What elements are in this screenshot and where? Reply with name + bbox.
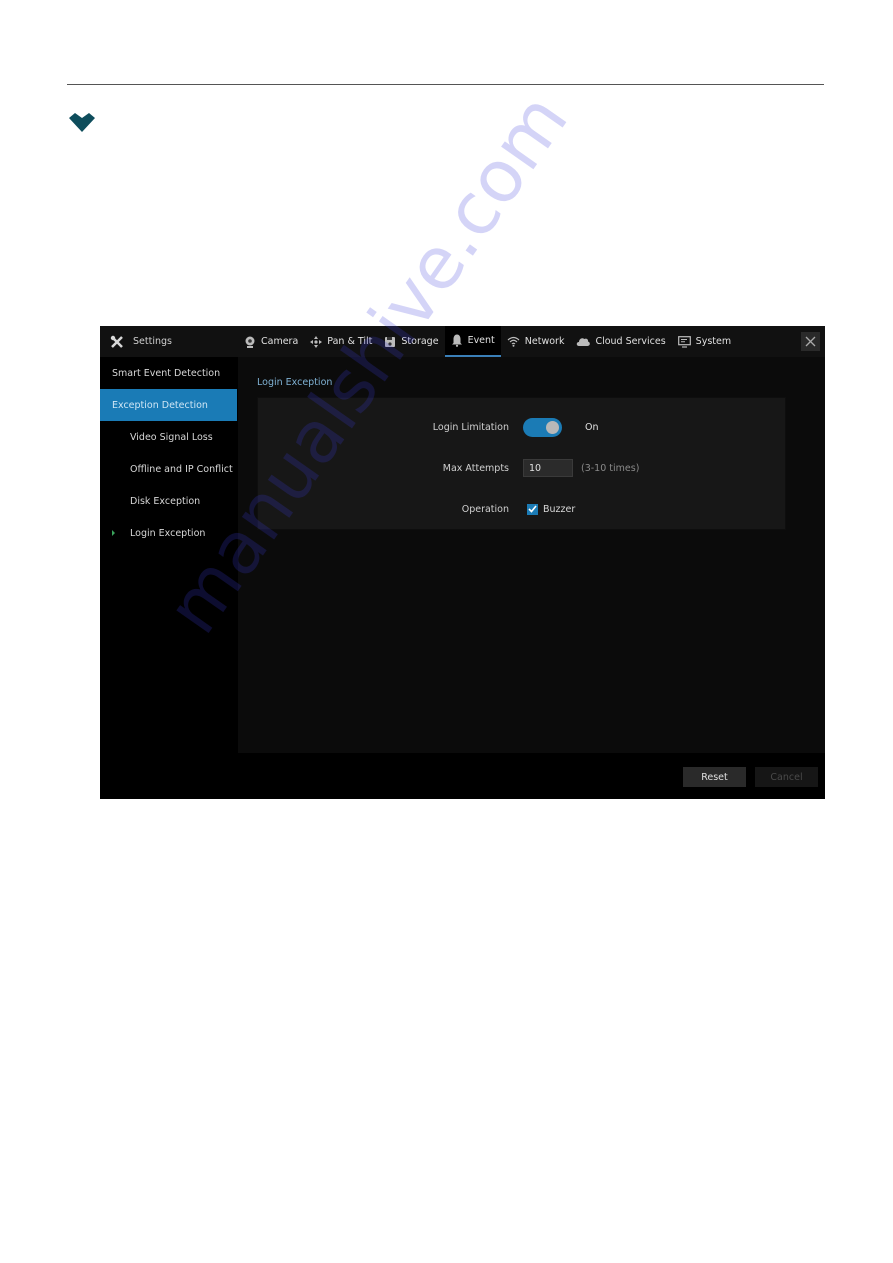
toggle-state-label: On (585, 421, 599, 433)
sidebar-item-label: Login Exception (130, 527, 206, 539)
cloud-icon (577, 338, 591, 346)
sidebar-item-exception-detection[interactable]: Exception Detection (100, 389, 237, 421)
tab-camera[interactable]: Camera (238, 326, 304, 357)
tab-storage[interactable]: Storage (378, 326, 444, 357)
tab-pan-tilt[interactable]: Pan & Tilt (304, 326, 378, 357)
monitor-icon (677, 335, 691, 348)
tab-label: Camera (261, 336, 299, 347)
operation-label: Operation (461, 503, 509, 515)
sidebar-item-offline-ip-conflict[interactable]: Offline and IP Conflict (100, 453, 237, 485)
tab-label: Storage (401, 336, 439, 347)
pan-tilt-icon (310, 335, 323, 348)
tab-label: Network (524, 336, 565, 347)
operation-row: Operation Buzzer (258, 498, 785, 520)
checkmark-icon (528, 505, 537, 513)
settings-header: Settings (110, 326, 172, 357)
section-title: Login Exception (257, 377, 333, 388)
settings-title: Settings (133, 336, 172, 347)
max-attempts-row: Max Attempts (3-10 times) (258, 457, 785, 479)
tab-label: Cloud Services (595, 336, 666, 347)
tab-network[interactable]: Network (501, 326, 571, 357)
buzzer-label: Buzzer (543, 503, 576, 515)
sidebar: Smart Event Detection Exception Detectio… (100, 357, 237, 799)
tab-cloud-services[interactable]: Cloud Services (570, 326, 671, 357)
sidebar-item-video-signal-loss[interactable]: Video Signal Loss (100, 421, 237, 453)
max-attempts-input[interactable] (523, 459, 573, 477)
login-limitation-toggle[interactable] (523, 417, 562, 437)
max-attempts-label: Max Attempts (442, 462, 509, 474)
camera-icon (245, 336, 255, 348)
settings-window: Settings Camera Pan & Tilt Storage Event… (100, 326, 825, 799)
storage-icon (385, 336, 396, 347)
top-bar: Settings Camera Pan & Tilt Storage Event… (100, 326, 825, 357)
max-attempts-hint: (3-10 times) (581, 462, 640, 474)
tab-label: Event (467, 335, 495, 346)
login-limitation-label: Login Limitation (432, 421, 509, 433)
sidebar-item-label: Exception Detection (112, 399, 208, 411)
cancel-button[interactable]: Cancel (755, 767, 818, 787)
settings-panel: Login Limitation On Max Attempts (3-10 t… (257, 397, 786, 530)
sidebar-item-login-exception[interactable]: Login Exception (100, 517, 237, 549)
toggle-knob (546, 420, 559, 434)
reset-button[interactable]: Reset (683, 767, 746, 787)
footer-bar: Reset Cancel Save (238, 753, 825, 799)
tab-label: Pan & Tilt (327, 336, 373, 347)
header-rule (67, 84, 824, 85)
tab-system[interactable]: System (672, 326, 737, 357)
tab-event[interactable]: Event (444, 326, 501, 357)
sidebar-item-label: Offline and IP Conflict (130, 463, 233, 475)
tools-icon (110, 335, 123, 348)
buzzer-checkbox[interactable] (527, 503, 538, 515)
heart-icon (69, 113, 95, 132)
sidebar-item-disk-exception[interactable]: Disk Exception (100, 485, 237, 517)
close-icon (805, 336, 816, 347)
wifi-icon (507, 336, 520, 347)
sidebar-item-label: Video Signal Loss (130, 431, 213, 443)
tab-label: System (695, 336, 732, 347)
sidebar-item-label: Disk Exception (130, 495, 201, 507)
current-item-marker-icon (112, 530, 115, 536)
login-limitation-row: Login Limitation On (258, 416, 785, 438)
main-content: Login Exception Login Limitation On Max … (238, 357, 825, 753)
main-tabs: Camera Pan & Tilt Storage Event Network … (238, 326, 737, 357)
bell-icon (451, 334, 462, 347)
close-button[interactable] (801, 332, 820, 351)
sidebar-item-smart-event-detection[interactable]: Smart Event Detection (100, 357, 237, 389)
sidebar-item-label: Smart Event Detection (112, 367, 221, 379)
